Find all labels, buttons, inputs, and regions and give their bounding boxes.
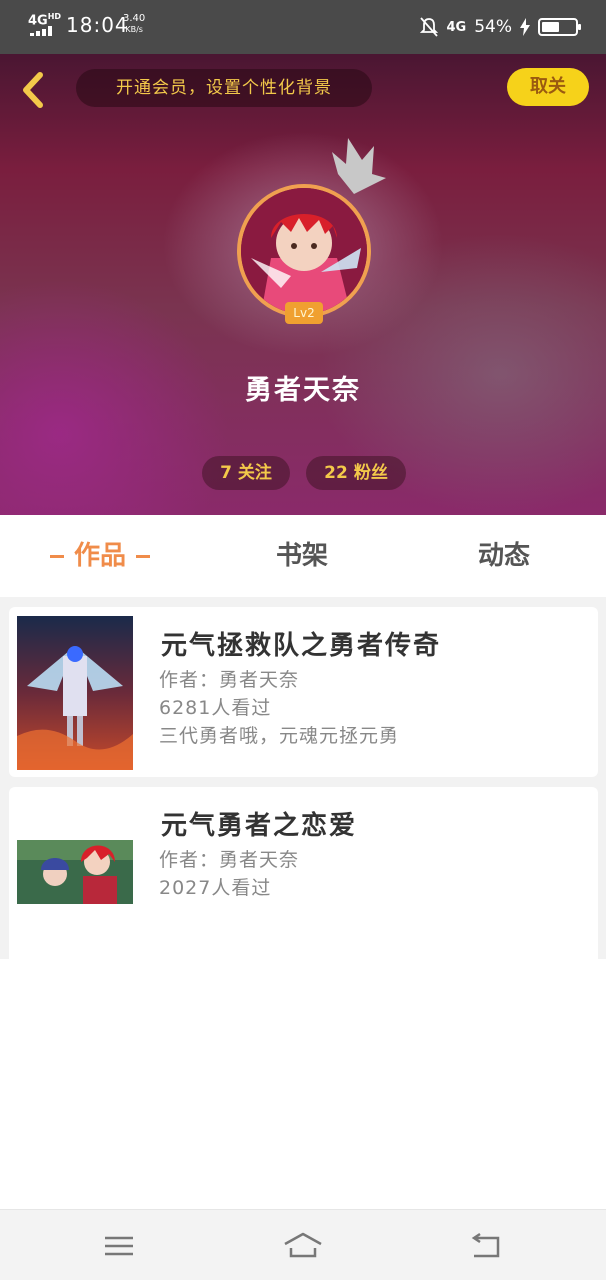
home-icon[interactable] bbox=[283, 1230, 323, 1262]
tab-works[interactable]: 作品 bbox=[30, 515, 170, 597]
charging-icon bbox=[520, 18, 530, 36]
work-title: 元气勇者之恋爱 bbox=[161, 811, 358, 841]
status-bar: 4GHD 18:04 3.40 KB/s 4G 54% bbox=[0, 0, 606, 54]
signal-bars-icon bbox=[30, 26, 54, 36]
back-icon[interactable] bbox=[466, 1230, 506, 1262]
clock: 18:04 bbox=[66, 13, 129, 37]
signal-label: 4G bbox=[446, 19, 467, 35]
system-nav-bar bbox=[0, 1209, 606, 1280]
work-author: 作者：勇者天奈 bbox=[159, 849, 300, 871]
tab-bookshelf[interactable]: 书架 bbox=[242, 515, 362, 597]
work-cover bbox=[17, 840, 133, 904]
list-item[interactable]: 元气拯救队之勇者传奇 作者：勇者天奈 6281人看过 三代勇者哦，元魂元拯元勇 bbox=[9, 607, 598, 777]
tab-activity[interactable]: 动态 bbox=[444, 515, 564, 597]
profile-header: 开通会员，设置个性化背景 取关 Lv2 勇者天奈 7 关注 22 粉丝 bbox=[0, 54, 606, 515]
network-speed: 3.40 KB/s bbox=[123, 13, 146, 34]
unfollow-button[interactable]: 取关 bbox=[507, 68, 589, 106]
work-title: 元气拯救队之勇者传奇 bbox=[161, 631, 442, 661]
tab-indicator-left bbox=[49, 555, 64, 558]
menu-icon[interactable] bbox=[99, 1230, 139, 1262]
vip-banner[interactable]: 开通会员，设置个性化背景 bbox=[76, 69, 372, 107]
chevron-left-icon bbox=[23, 72, 43, 108]
tab-works-label: 作品 bbox=[73, 541, 126, 571]
work-description: 三代勇者哦，元魂元拯元勇 bbox=[159, 725, 400, 747]
work-views: 6281人看过 bbox=[159, 697, 272, 719]
following-stat[interactable]: 7 关注 bbox=[202, 456, 290, 490]
username: 勇者天奈 bbox=[245, 375, 361, 406]
followers-stat[interactable]: 22 粉丝 bbox=[306, 456, 406, 490]
followers-count: 22 bbox=[324, 463, 348, 483]
list-item[interactable]: 元气勇者之恋爱 作者：勇者天奈 2027人看过 bbox=[9, 787, 598, 959]
avatar[interactable] bbox=[237, 184, 371, 318]
back-button[interactable] bbox=[16, 70, 52, 110]
battery-percent: 54% bbox=[474, 17, 512, 37]
crown-icon bbox=[332, 138, 386, 194]
avatar-image bbox=[241, 188, 367, 314]
battery-icon bbox=[538, 18, 581, 36]
level-badge: Lv2 bbox=[285, 302, 323, 324]
profile-tabs: 作品 书架 动态 bbox=[0, 515, 606, 597]
followers-label: 粉丝 bbox=[353, 463, 388, 483]
work-author: 作者：勇者天奈 bbox=[159, 669, 300, 691]
following-count: 7 bbox=[220, 463, 232, 483]
status-right: 4G 54% bbox=[420, 12, 581, 42]
following-label: 关注 bbox=[237, 463, 272, 483]
work-views: 2027人看过 bbox=[159, 877, 272, 899]
tab-indicator-right bbox=[136, 555, 150, 558]
work-cover bbox=[17, 616, 133, 770]
mute-bell-icon bbox=[420, 17, 439, 37]
